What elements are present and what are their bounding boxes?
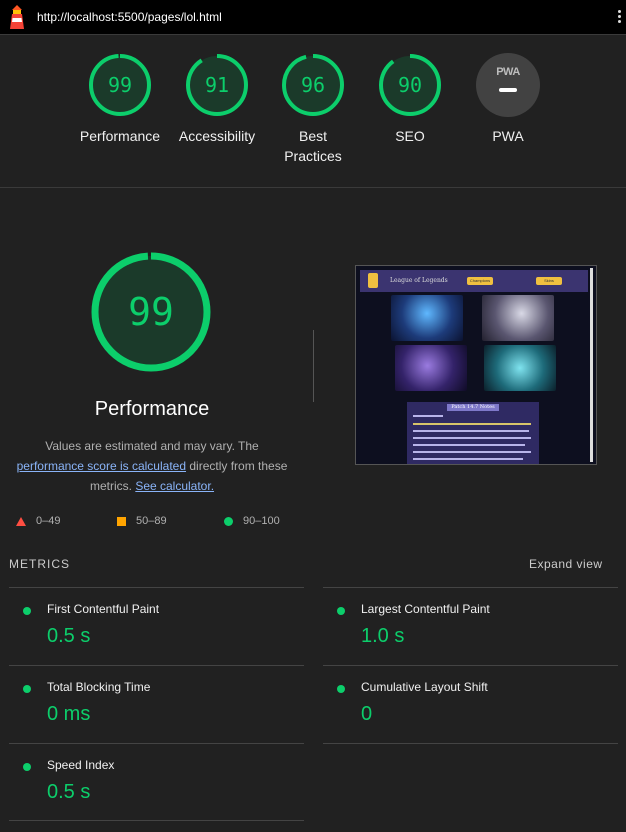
dash-icon <box>499 88 517 92</box>
expand-view-toggle[interactable]: Expand view <box>529 557 603 571</box>
gauge-label: Accessibility <box>178 128 256 144</box>
see-calculator-link[interactable]: See calculator. <box>135 479 214 493</box>
gauge-score: 90 <box>397 73 423 97</box>
vertical-divider <box>313 330 314 402</box>
page-screenshot-thumbnail[interactable]: League of Legends Champions Skins Patch … <box>355 265 597 465</box>
metric-label: Cumulative Layout Shift <box>361 680 488 694</box>
thumb-scrollbar <box>590 268 593 462</box>
metric-value: 0 <box>361 703 373 725</box>
metric-value: 0.5 s <box>47 625 91 647</box>
champion-image <box>395 345 467 391</box>
legend-range: 0–49 <box>36 515 61 527</box>
triangle-icon <box>16 516 26 526</box>
gauge-label: SEO <box>395 128 425 144</box>
champion-image <box>482 295 554 341</box>
gauge-score: 99 <box>107 73 133 97</box>
gauge-seo[interactable]: 90 SEO <box>360 53 460 146</box>
metric-value: 0.5 s <box>47 781 91 803</box>
thumb-button-skins: Skins <box>536 277 562 285</box>
gauge-label: Performance <box>79 128 161 144</box>
metric-value: 0 ms <box>47 703 91 725</box>
performance-big-score: 99 <box>128 290 174 334</box>
thumb-notes-title: Patch 14.7 Notes <box>447 404 499 411</box>
league-logo-icon <box>368 273 378 288</box>
text-line <box>413 451 531 453</box>
more-options-icon[interactable] <box>618 10 622 25</box>
gauge-accessibility[interactable]: 91 Accessibility <box>167 53 267 146</box>
metric-label: Total Blocking Time <box>47 680 151 694</box>
legend-range: 50–89 <box>136 515 167 527</box>
gauge-pwa[interactable]: PWA PWA <box>458 53 558 146</box>
gauge-best-practices[interactable]: 96 Best Practices <box>270 53 356 166</box>
text-line <box>413 430 529 432</box>
thumb-patch-notes: Patch 14.7 Notes <box>407 402 539 464</box>
metric-label: Speed Index <box>47 758 115 772</box>
score-calculated-link[interactable]: performance score is calculated <box>17 459 186 473</box>
pass-circle-icon <box>23 607 31 615</box>
metrics-header: METRICS <box>9 557 70 571</box>
performance-title: Performance <box>94 398 210 420</box>
metric-divider <box>323 665 618 666</box>
thumb-button-champions: Champions <box>467 277 493 285</box>
legend-range: 90–100 <box>243 515 280 527</box>
champion-image <box>391 295 463 341</box>
metric-divider <box>323 587 618 588</box>
text-line <box>413 458 523 460</box>
text-line <box>413 444 525 446</box>
pass-circle-icon <box>23 763 31 771</box>
gauge-score: 96 <box>300 73 326 97</box>
gauge-score: 91 <box>204 73 230 97</box>
gauge-label: PWA <box>492 128 524 144</box>
pwa-badge: PWA <box>476 53 540 117</box>
metric-divider <box>9 743 304 744</box>
performance-description: Values are estimated and may vary. The p… <box>10 436 294 496</box>
metric-divider <box>323 743 618 744</box>
legend-average: 50–89 <box>117 515 167 527</box>
thumb-site-title: League of Legends <box>390 277 448 284</box>
section-divider <box>0 187 626 188</box>
pwa-badge-text: PWA <box>496 66 520 78</box>
legend-pass: 90–100 <box>224 515 280 527</box>
description-text: Values are estimated and may vary. The <box>45 439 259 453</box>
metric-divider <box>9 587 304 588</box>
text-line <box>413 437 531 439</box>
page-url: http://localhost:5500/pages/lol.html <box>37 10 222 24</box>
lighthouse-logo-icon <box>10 5 24 29</box>
metric-value: 1.0 s <box>361 625 405 647</box>
square-icon <box>117 516 126 526</box>
pass-circle-icon <box>23 685 31 693</box>
gauge-label: Best Practices <box>284 128 342 164</box>
pass-circle-icon <box>337 685 345 693</box>
circle-icon <box>224 516 233 526</box>
text-line <box>413 415 443 417</box>
metric-divider <box>9 665 304 666</box>
top-bar: http://localhost:5500/pages/lol.html <box>0 0 626 35</box>
metric-label: Largest Contentful Paint <box>361 602 490 616</box>
legend-fail: 0–49 <box>16 515 60 527</box>
pass-circle-icon <box>337 607 345 615</box>
text-line <box>413 423 531 425</box>
gauge-performance[interactable]: 99 Performance <box>70 53 170 146</box>
metric-label: First Contentful Paint <box>47 602 160 616</box>
thumb-header: League of Legends Champions Skins <box>360 270 588 292</box>
metric-divider <box>9 820 304 821</box>
champion-image <box>484 345 556 391</box>
